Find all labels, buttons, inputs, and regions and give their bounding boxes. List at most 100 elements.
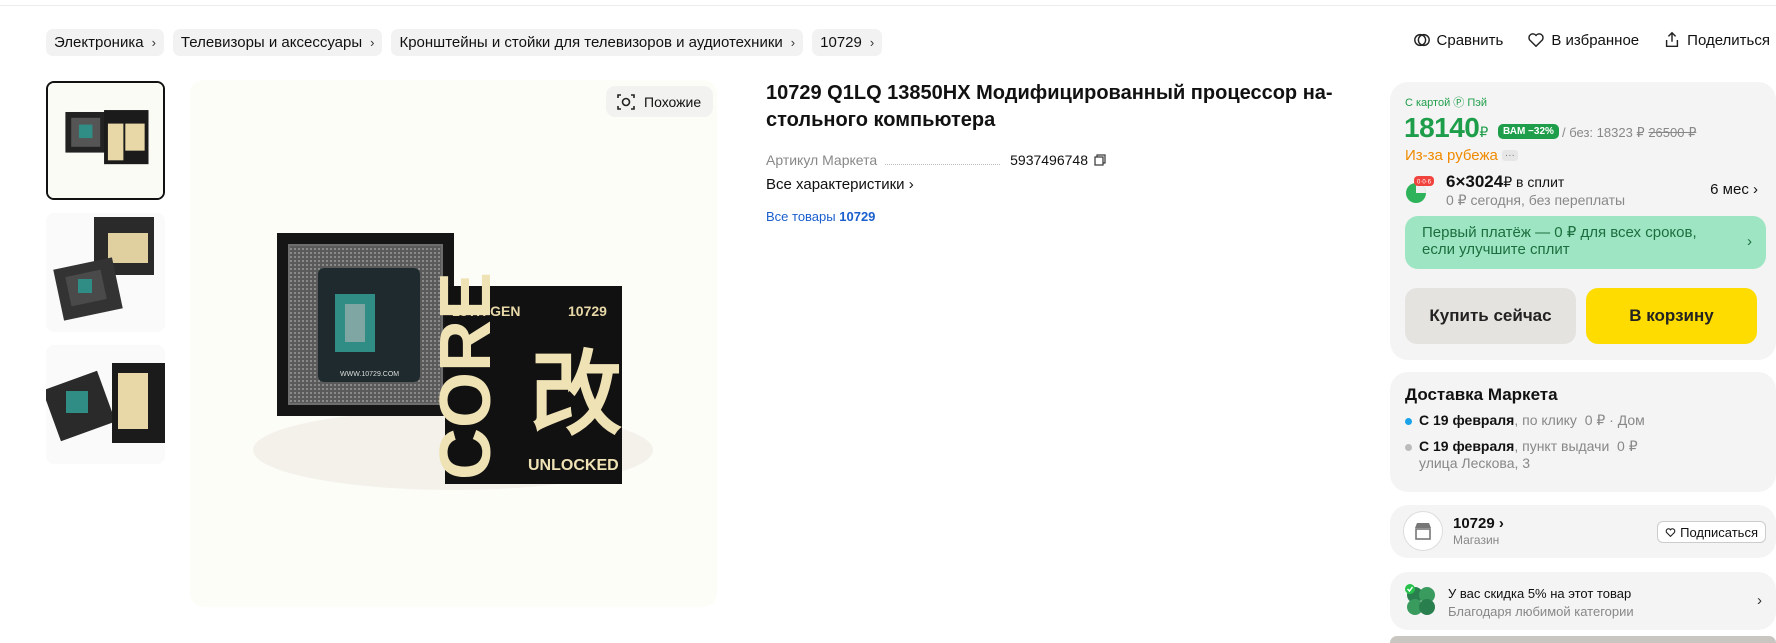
shop-card[interactable]: 10729 › Магазин Подписаться bbox=[1390, 505, 1776, 558]
first-payment-banner[interactable]: Первый платёж — 0 ₽ для всех сроков, есл… bbox=[1405, 216, 1766, 269]
delivery-title: Доставка Маркета bbox=[1405, 385, 1558, 404]
thumbnail-3[interactable] bbox=[46, 345, 165, 464]
subscribe-button[interactable]: Подписаться bbox=[1657, 521, 1766, 543]
promo-subtitle: Благодаря любимой категории bbox=[1448, 604, 1634, 619]
board-text: WWW.10729.COM bbox=[340, 371, 399, 378]
similar-label: Похожие bbox=[644, 93, 702, 110]
chevron-right-icon: › bbox=[151, 35, 156, 50]
all-characteristics-label: Все характеристики bbox=[766, 176, 905, 193]
split-icon: 0·0·6 bbox=[1406, 176, 1434, 203]
product-thumbnail-image bbox=[46, 213, 165, 332]
shop-name-text: 10729 bbox=[1453, 515, 1495, 532]
add-to-cart-button[interactable]: В корзину bbox=[1586, 288, 1757, 344]
current-price: 18140₽ bbox=[1404, 112, 1488, 144]
delivery-price: 0 ₽ · Дом bbox=[1584, 412, 1645, 428]
chevron-right-icon: › bbox=[1753, 181, 1758, 198]
chevron-right-icon: › bbox=[370, 35, 375, 50]
sku-dots bbox=[885, 155, 1001, 165]
shop-type: Магазин bbox=[1453, 533, 1500, 547]
product-thumbnail-image bbox=[46, 345, 165, 464]
split-suffix: ₽ в сплит bbox=[1503, 174, 1565, 190]
thumbnail-2[interactable] bbox=[46, 213, 165, 332]
box-kanji: 改 bbox=[530, 341, 622, 448]
chevron-right-icon: › bbox=[1498, 515, 1504, 532]
delivery-option-text: С 19 февраля, пункт выдачи 0 ₽ улица Леск… bbox=[1419, 438, 1638, 471]
all-goods-prefix: Все товары bbox=[766, 209, 836, 224]
split-term-label: 6 мес bbox=[1710, 181, 1749, 198]
favorite-button[interactable]: В избранное bbox=[1527, 31, 1639, 49]
heart-icon bbox=[1528, 33, 1545, 48]
breadcrumb-item-mounts[interactable]: Кронштейны и стойки для телевизоров и ау… bbox=[391, 29, 804, 56]
compare-label: Сравнить bbox=[1436, 31, 1504, 49]
delivery-date: С 19 февраля bbox=[1419, 438, 1515, 454]
price-without-card: / без: 18323 ₽ bbox=[1562, 125, 1645, 140]
chevron-right-icon: › bbox=[908, 176, 914, 193]
old-price: 26500 ₽ bbox=[1648, 125, 1697, 140]
split-term-selector[interactable]: 6 мес › bbox=[1710, 181, 1758, 198]
box-core-text: CORE bbox=[426, 272, 506, 480]
delivery-card: Доставка Маркета С 19 февраля, по клику … bbox=[1390, 372, 1776, 492]
thumbnail-list bbox=[46, 81, 165, 477]
breadcrumb-item-brand[interactable]: 10729 › bbox=[812, 29, 883, 56]
abroad-more-button[interactable]: ··· bbox=[1501, 150, 1518, 161]
delivery-method: , по клику bbox=[1514, 412, 1577, 428]
status-dot bbox=[1405, 444, 1412, 451]
pickup-address: улица Лескова, 3 bbox=[1419, 455, 1531, 471]
promo-card[interactable]: У вас скидка 5% на этот товар Благодаря … bbox=[1390, 572, 1776, 630]
status-dot bbox=[1405, 418, 1412, 425]
camera-search-icon bbox=[617, 93, 635, 110]
cpu-box-photo: WWW.10729.COM 13TH GEN 10729 CORE 改 UNLO… bbox=[190, 80, 717, 607]
promo-title: У вас скидка 5% на этот товар bbox=[1448, 586, 1632, 601]
breadcrumb-label: Кронштейны и стойки для телевизоров и ау… bbox=[399, 34, 783, 51]
product-main-image[interactable]: WWW.10729.COM 13TH GEN 10729 CORE 改 UNLO… bbox=[190, 80, 717, 607]
box-model-text: 10729 bbox=[568, 303, 607, 319]
next-card-preview bbox=[1390, 636, 1776, 643]
breadcrumb-label: 10729 bbox=[820, 34, 862, 51]
chevron-right-icon: › bbox=[1747, 233, 1752, 250]
chevron-right-icon: › bbox=[1757, 592, 1762, 609]
delivery-method: , пункт выдачи bbox=[1514, 438, 1610, 454]
similar-button[interactable]: Похожие bbox=[606, 86, 714, 117]
breadcrumb-item-tv[interactable]: Телевизоры и аксессуары › bbox=[172, 29, 383, 56]
compare-button[interactable]: Сравнить bbox=[1413, 31, 1504, 49]
chevron-right-icon: › bbox=[790, 35, 796, 50]
abroad-text: Из-за рубежа bbox=[1405, 147, 1498, 164]
chevron-right-icon: › bbox=[869, 35, 875, 50]
split-subtext: 0 ₽ сегодня, без переплаты bbox=[1446, 192, 1626, 208]
price-value: 18140 bbox=[1404, 112, 1480, 143]
delivery-option-home[interactable]: С 19 февраля, по клику 0 ₽ · Дом bbox=[1405, 412, 1645, 429]
subscribe-label: Подписаться bbox=[1680, 524, 1758, 540]
thumbnail-1[interactable] bbox=[46, 81, 165, 200]
all-brand-goods-link[interactable]: Все товары 10729 bbox=[766, 209, 875, 224]
favorite-label: В избранное bbox=[1551, 31, 1640, 49]
discount-badge: ВАМ −32% bbox=[1498, 124, 1559, 139]
compare-icon bbox=[1413, 33, 1430, 47]
delivery-option-pickup[interactable]: С 19 февраля, пункт выдачи 0 ₽ улица Леск… bbox=[1405, 438, 1638, 471]
all-characteristics-link[interactable]: Все характеристики › bbox=[766, 176, 914, 193]
price-currency: ₽ bbox=[1479, 124, 1488, 140]
box-unlocked-text: UNLOCKED bbox=[528, 457, 619, 474]
share-label: Поделиться bbox=[1687, 31, 1770, 49]
old-prices: / без: 18323 ₽ 26500 ₽ bbox=[1562, 125, 1696, 141]
share-button[interactable]: Поделиться bbox=[1663, 31, 1770, 49]
delivery-date: С 19 февраля bbox=[1419, 412, 1515, 428]
top-divider bbox=[0, 0, 1776, 6]
breadcrumb-item-electronics[interactable]: Электроника › bbox=[46, 29, 164, 56]
product-actions: Сравнить В избранное Поделиться bbox=[1413, 31, 1770, 49]
split-badge: 0·0·6 bbox=[1417, 180, 1432, 186]
shop-name[interactable]: 10729 › bbox=[1453, 515, 1504, 532]
copy-icon[interactable] bbox=[1094, 154, 1106, 166]
all-goods-brand: 10729 bbox=[839, 209, 876, 224]
price-card: С картой Ⓟ Пэй 18140₽ ВАМ −32% / без: 18… bbox=[1390, 82, 1776, 360]
shop-icon bbox=[1403, 511, 1443, 551]
breadcrumb: Электроника › Телевизоры и аксессуары › Кр… bbox=[46, 29, 883, 56]
sku-row: Артикул Маркета 5937496748 bbox=[766, 152, 1106, 168]
abroad-label: Из-за рубежа ··· bbox=[1405, 147, 1518, 164]
split-offer[interactable]: 6×3024₽ в сплит bbox=[1446, 172, 1564, 192]
product-thumbnail-image bbox=[48, 83, 163, 198]
heart-icon bbox=[1665, 527, 1676, 537]
buy-now-button[interactable]: Купить сейчас bbox=[1405, 288, 1576, 344]
sku-value: 5937496748 bbox=[1010, 152, 1088, 168]
delivery-price: 0 ₽ bbox=[1617, 438, 1638, 454]
first-payment-text: Первый платёж — 0 ₽ для всех сроков, есл… bbox=[1422, 224, 1697, 258]
